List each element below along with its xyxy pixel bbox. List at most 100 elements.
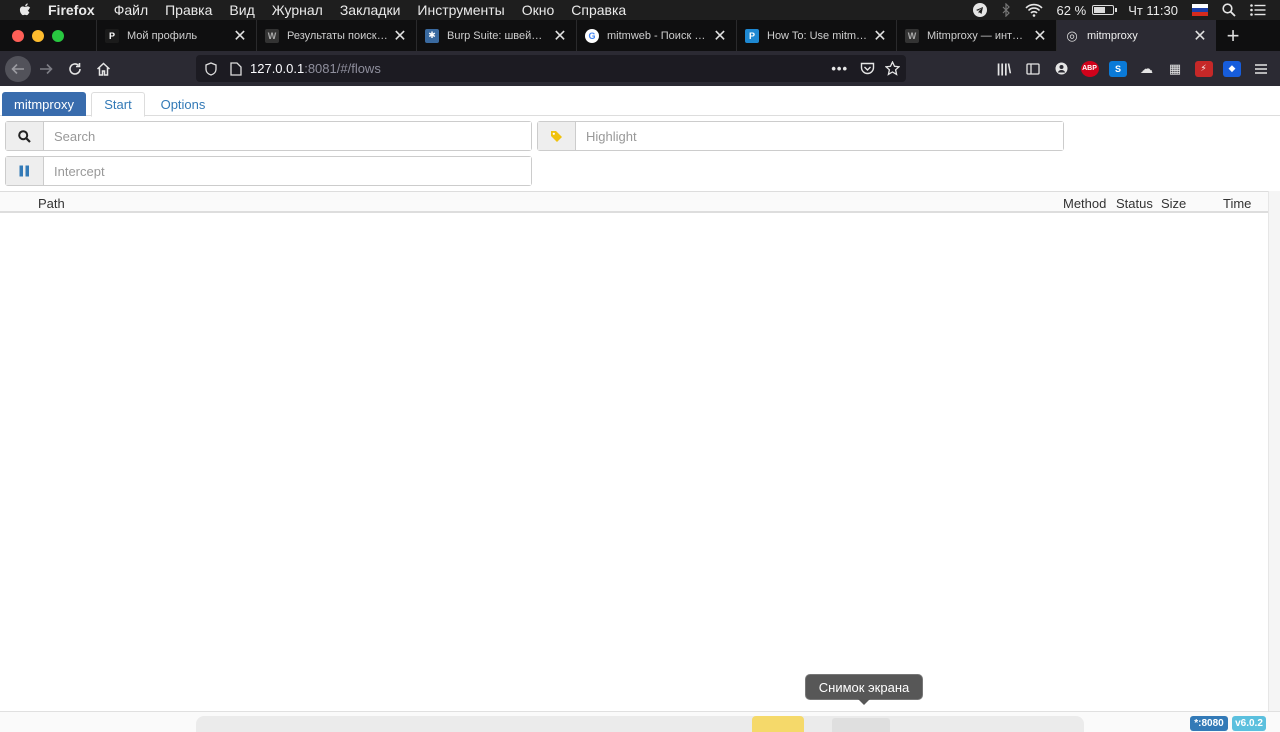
menu-view[interactable]: Вид bbox=[229, 0, 254, 20]
russian-flag-icon[interactable] bbox=[1192, 4, 1208, 16]
macos-menubar: Firefox Файл Правка Вид Журнал Закладки … bbox=[0, 0, 1280, 20]
mitmproxy-main-tabs: mitmproxy Start Options bbox=[0, 86, 1280, 117]
menu-bookmarks[interactable]: Закладки bbox=[340, 0, 401, 20]
spotlight-search-icon[interactable] bbox=[1222, 3, 1236, 17]
notification-center-icon[interactable] bbox=[1250, 4, 1266, 16]
menu-help[interactable]: Справка bbox=[571, 0, 626, 20]
search-addon bbox=[6, 122, 44, 150]
google-favicon-icon: G bbox=[585, 28, 599, 43]
pause-icon bbox=[19, 165, 29, 177]
page-icon bbox=[230, 61, 242, 76]
menubar-clock[interactable]: Чт 11:30 bbox=[1128, 3, 1178, 18]
menu-file[interactable]: Файл bbox=[114, 0, 148, 20]
close-tab-icon[interactable]: ✕ bbox=[1032, 26, 1048, 46]
tab-title: Результаты поиска по bbox=[287, 29, 388, 42]
zoom-window-button[interactable] bbox=[52, 29, 64, 42]
browser-tab[interactable]: P How To: Use mitmprox ✕ bbox=[736, 20, 896, 51]
w-favicon-icon: W bbox=[265, 28, 279, 43]
highlight-input[interactable] bbox=[576, 122, 1063, 150]
url-text[interactable]: 127.0.0.1:8081/#/flows bbox=[250, 61, 381, 76]
menu-tools[interactable]: Инструменты bbox=[417, 0, 504, 20]
screenshot-app-icon[interactable] bbox=[832, 718, 890, 732]
menu-history[interactable]: Журнал bbox=[272, 0, 323, 20]
cloud-extension-icon[interactable]: ☁ bbox=[1138, 61, 1156, 77]
column-time[interactable]: Time bbox=[1223, 196, 1251, 211]
close-tab-icon[interactable]: ✕ bbox=[232, 26, 248, 46]
library-icon[interactable]: |||\ bbox=[995, 61, 1013, 77]
intercept-addon bbox=[6, 157, 44, 185]
column-path[interactable]: Path bbox=[38, 196, 65, 211]
shield-icon[interactable] bbox=[204, 61, 218, 76]
intercept-filter bbox=[5, 156, 532, 186]
tab-title: Мой профиль bbox=[127, 29, 198, 42]
close-window-button[interactable] bbox=[12, 29, 24, 42]
search-filter bbox=[5, 121, 532, 151]
proxy-mode-badge: *:8080 bbox=[1190, 716, 1228, 731]
dock-tooltip: Снимок экрана bbox=[805, 674, 923, 705]
browser-tab[interactable]: P Мой профиль ✕ bbox=[96, 20, 256, 51]
battery-icon[interactable] bbox=[1092, 5, 1118, 15]
w-favicon-icon: W bbox=[905, 28, 919, 43]
s-extension-icon[interactable]: S bbox=[1109, 60, 1127, 77]
new-tab-button[interactable]: + bbox=[1216, 20, 1250, 51]
extensions-toolbar: |||\ ABP S ☁ ▦ ⚡ ◆ bbox=[995, 51, 1280, 86]
flow-table-header: Path Method Status Size Time bbox=[0, 191, 1268, 213]
forward-button[interactable] bbox=[33, 56, 59, 82]
home-button[interactable] bbox=[90, 56, 116, 82]
p-favicon-icon: P bbox=[745, 28, 759, 43]
browser-tab[interactable]: W Mitmproxy — интеракт ✕ bbox=[896, 20, 1056, 51]
page-actions-icon[interactable]: ••• bbox=[831, 61, 848, 76]
notes-app-icon[interactable] bbox=[752, 716, 804, 732]
menu-window[interactable]: Окно bbox=[522, 0, 555, 20]
menu-icon[interactable] bbox=[1252, 61, 1270, 77]
red-extension-icon[interactable]: ⚡ bbox=[1194, 60, 1213, 77]
tab-title: mitmweb - Поиск в Go bbox=[607, 29, 708, 42]
minimize-window-button[interactable] bbox=[32, 29, 44, 42]
adblock-icon[interactable]: ABP bbox=[1080, 60, 1099, 77]
reload-button[interactable] bbox=[62, 56, 88, 82]
window-controls bbox=[0, 20, 96, 51]
sidebar-icon[interactable] bbox=[1024, 61, 1042, 77]
column-status[interactable]: Status bbox=[1116, 196, 1153, 211]
column-method[interactable]: Method bbox=[1063, 196, 1106, 211]
close-tab-icon[interactable]: ✕ bbox=[1192, 26, 1208, 46]
battery-percent: 62 % bbox=[1056, 2, 1087, 18]
navigation-toolbar: 127.0.0.1:8081/#/flows ••• |||\ ABP S ☁ … bbox=[0, 51, 1280, 86]
tab-title: Mitmproxy — интеракт bbox=[927, 29, 1028, 42]
mitmproxy-favicon-icon: ◎ bbox=[1066, 27, 1078, 43]
wifi-icon[interactable] bbox=[1024, 3, 1043, 17]
telegram-icon[interactable] bbox=[972, 3, 987, 17]
highlight-addon bbox=[538, 122, 576, 150]
grid-extension-icon[interactable]: ▦ bbox=[1166, 61, 1184, 77]
apple-icon[interactable] bbox=[16, 3, 34, 17]
intercept-input[interactable] bbox=[44, 157, 531, 185]
account-icon[interactable] bbox=[1052, 61, 1070, 77]
close-tab-icon[interactable]: ✕ bbox=[392, 26, 408, 46]
reload-icon bbox=[69, 62, 81, 75]
mitmproxy-brand-tab[interactable]: mitmproxy bbox=[2, 92, 86, 116]
tab-start[interactable]: Start bbox=[91, 92, 145, 117]
browser-tab[interactable]: G mitmweb - Поиск в Go ✕ bbox=[576, 20, 736, 51]
url-path: :8081/#/flows bbox=[304, 61, 381, 76]
column-size[interactable]: Size bbox=[1161, 196, 1186, 211]
url-bar[interactable]: 127.0.0.1:8081/#/flows ••• bbox=[196, 55, 906, 82]
close-tab-icon[interactable]: ✕ bbox=[872, 26, 888, 46]
close-tab-icon[interactable]: ✕ bbox=[552, 26, 568, 46]
back-button[interactable] bbox=[5, 55, 31, 82]
bookmark-star-icon[interactable] bbox=[885, 61, 900, 76]
menu-edit[interactable]: Правка bbox=[165, 0, 212, 20]
browser-tab[interactable]: W Результаты поиска по ✕ bbox=[256, 20, 416, 51]
flow-table-scrollbar[interactable] bbox=[1268, 191, 1280, 711]
search-input[interactable] bbox=[44, 122, 531, 150]
pocket-icon[interactable] bbox=[860, 62, 875, 76]
tab-options[interactable]: Options bbox=[152, 92, 214, 117]
home-icon bbox=[96, 61, 110, 76]
browser-tab-active[interactable]: ◎ mitmproxy ✕ bbox=[1056, 20, 1216, 51]
tag-icon bbox=[551, 130, 562, 142]
arrow-left-icon bbox=[11, 63, 24, 74]
bluetooth-icon[interactable] bbox=[1001, 3, 1011, 17]
browser-tab[interactable]: ✱ Burp Suite: швейцарск ✕ bbox=[416, 20, 576, 51]
menu-app-name[interactable]: Firefox bbox=[48, 0, 95, 20]
bitwarden-icon[interactable]: ◆ bbox=[1223, 60, 1241, 77]
close-tab-icon[interactable]: ✕ bbox=[712, 26, 728, 46]
